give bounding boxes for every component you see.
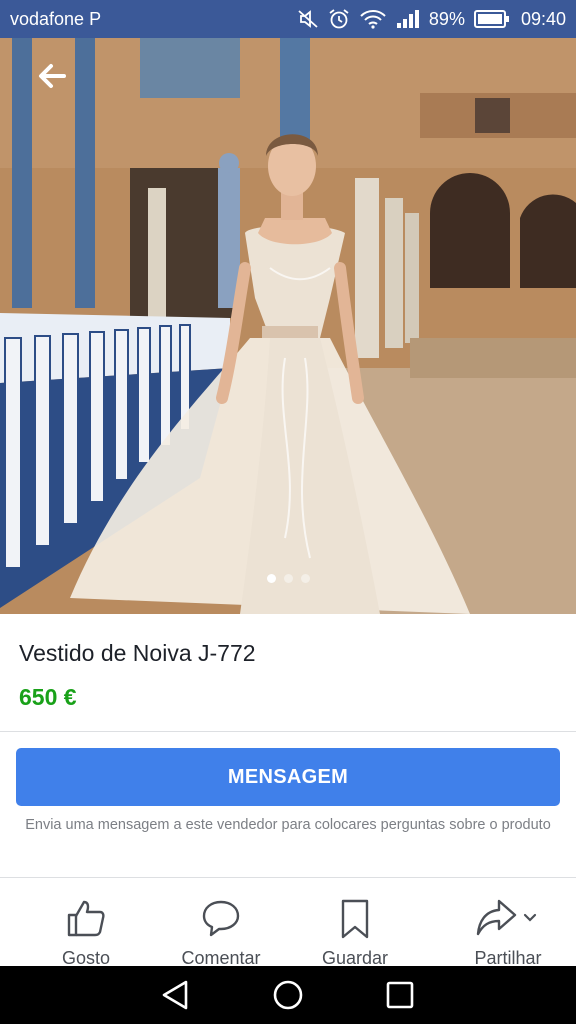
system-navigation-bar xyxy=(0,966,576,1024)
wifi-icon xyxy=(360,10,386,29)
product-photo[interactable] xyxy=(0,38,576,614)
share-icon xyxy=(476,899,537,936)
product-title: Vestido de Noiva J-772 xyxy=(19,640,256,666)
pager-dot[interactable] xyxy=(300,574,310,583)
carrier-label: vodafone P xyxy=(10,8,102,29)
nav-recents-icon[interactable] xyxy=(383,978,417,1012)
product-price: 650 € xyxy=(19,684,77,710)
like-icon xyxy=(67,900,105,937)
mute-icon xyxy=(298,10,318,28)
save-button[interactable]: Guardar xyxy=(270,878,440,968)
wedding-dress-photo xyxy=(0,38,576,614)
nav-back-icon[interactable] xyxy=(159,978,193,1012)
divider xyxy=(0,731,576,732)
battery-percent: 89% xyxy=(428,8,465,29)
clock: 09:40 xyxy=(520,8,566,29)
alarm-icon xyxy=(329,9,349,29)
comment-icon xyxy=(202,900,240,937)
message-button[interactable]: MENSAGEM xyxy=(16,748,560,806)
comment-button[interactable]: Comentar xyxy=(172,878,270,968)
status-bar: vodafone P 89% 09:40 xyxy=(0,0,576,38)
action-bar: Gosto Comentar Guardar Partilhar xyxy=(0,878,576,968)
signal-icon xyxy=(396,10,419,28)
like-button[interactable]: Gosto xyxy=(0,878,172,968)
pager-dot[interactable] xyxy=(283,574,293,583)
image-pager xyxy=(0,574,576,583)
back-arrow-icon[interactable] xyxy=(34,60,70,92)
battery-icon xyxy=(473,10,509,28)
bookmark-icon xyxy=(341,899,369,939)
nav-home-icon[interactable] xyxy=(271,978,305,1012)
message-hint: Envia uma mensagem a este vendedor para … xyxy=(25,817,551,833)
share-button[interactable]: Partilhar xyxy=(440,878,576,968)
pager-dot-active[interactable] xyxy=(266,574,276,583)
status-icons: 89% 09:40 xyxy=(297,8,566,30)
